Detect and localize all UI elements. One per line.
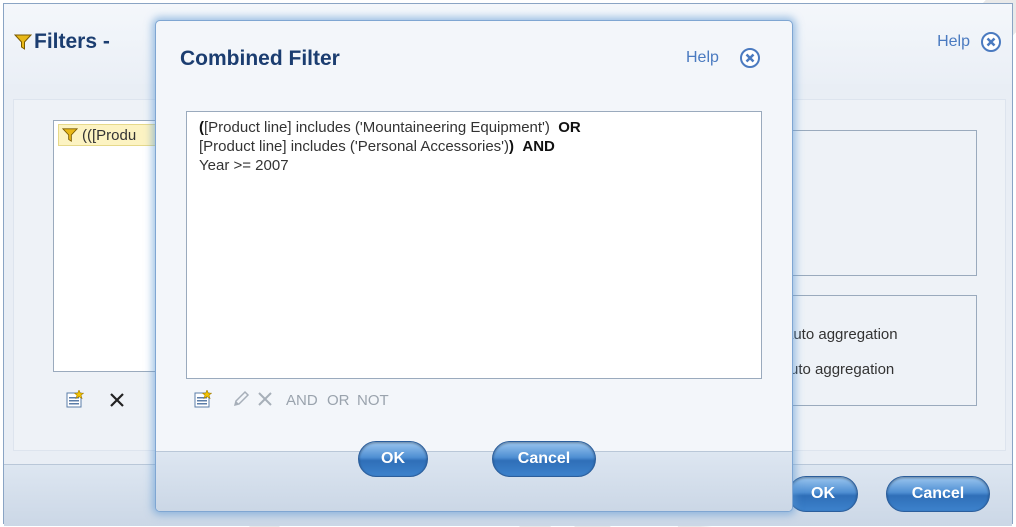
condition-product-line-1[interactable]: [Product line] includes ('Mountaineering… [204,119,550,136]
condition-product-line-2[interactable]: [Product line] includes ('Personal Acces… [199,138,509,155]
combined-filter-cancel-button[interactable]: Cancel [492,441,596,477]
aggregation-option-label: auto aggregation [785,326,898,343]
combined-filter-title: Combined Filter [180,47,340,70]
combined-filter-footer [156,451,792,511]
edit-pencil-icon[interactable] [232,390,250,408]
expression-line-2: [Product line] includes ('Personal Acces… [199,137,581,156]
options-group-top [780,130,977,276]
expression-toolbar: AND OR NOT [194,388,494,412]
filter-icon [14,34,32,50]
close-paren: ) [509,138,515,155]
delete-icon[interactable] [256,390,274,408]
condition-year[interactable]: Year >= 2007 [199,157,289,174]
combined-filter-ok-button[interactable]: OK [358,441,428,477]
expression-line-1: ([Product line] includes ('Mountaineerin… [199,118,581,137]
filters-help-link[interactable]: Help [937,33,970,51]
filters-dialog-title: Filters - [34,30,110,53]
filter-list[interactable] [53,120,163,372]
filters-ok-button[interactable]: OK [788,476,858,512]
add-filter-icon[interactable] [66,390,84,408]
combined-filter-dialog: Combined Filter Help ([Product line] inc… [155,20,793,512]
filters-cancel-button[interactable]: Cancel [886,476,990,512]
operator-or[interactable]: OR [558,119,581,136]
filter-list-item-label: (([Produ [82,127,137,144]
and-operator-button[interactable]: AND [286,392,318,409]
aggregation-option-label: uto aggregation [790,361,895,378]
delete-icon[interactable] [108,391,126,409]
add-filter-icon[interactable] [194,390,212,408]
close-icon[interactable] [739,47,761,69]
or-operator-button[interactable]: OR [327,392,350,409]
filter-icon [62,128,78,143]
combined-filter-help-link[interactable]: Help [686,49,719,67]
filter-expression-editor[interactable]: ([Product line] includes ('Mountaineerin… [186,111,762,379]
not-operator-button[interactable]: NOT [357,392,389,409]
filter-expression: ([Product line] includes ('Mountaineerin… [199,118,581,175]
close-icon[interactable] [980,31,1002,53]
options-group-bottom [780,295,977,406]
expression-line-3: Year >= 2007 [199,156,581,175]
operator-and[interactable]: AND [522,138,555,155]
